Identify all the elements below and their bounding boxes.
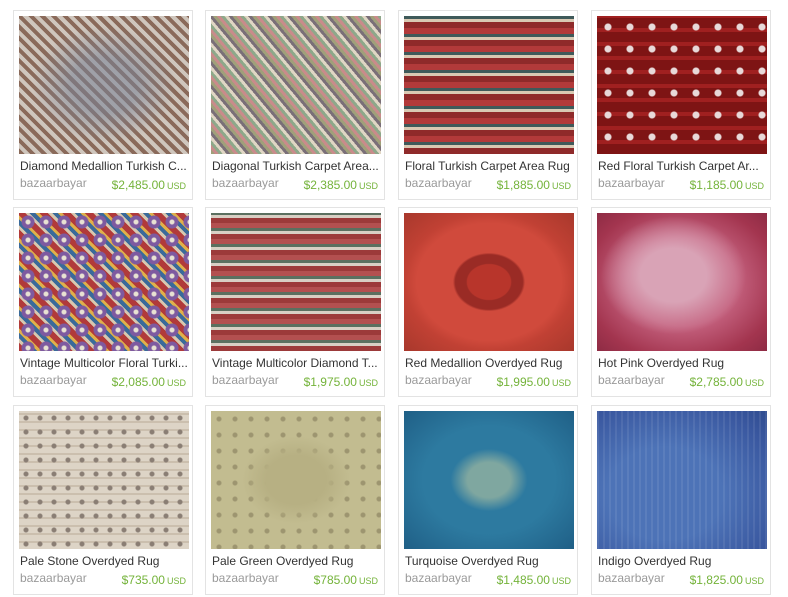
listing-card[interactable]: Diagonal Turkish Carpet Area... bazaarba… — [205, 10, 385, 200]
shop-name[interactable]: bazaarbayar — [20, 373, 87, 387]
shop-name[interactable]: bazaarbayar — [598, 373, 665, 387]
price-currency: USD — [358, 181, 378, 191]
listing-image[interactable] — [19, 16, 189, 154]
shop-name[interactable]: bazaarbayar — [405, 571, 472, 585]
listing-price: $1,975.00 USD — [304, 375, 378, 389]
price-currency: USD — [551, 181, 571, 191]
price-amount: $1,885.00 — [496, 178, 550, 192]
listing-title[interactable]: Floral Turkish Carpet Area Rug — [405, 159, 573, 173]
shop-name[interactable]: bazaarbayar — [405, 176, 472, 190]
listing-image[interactable] — [211, 16, 381, 154]
price-amount: $1,485.00 — [496, 573, 550, 587]
price-amount: $2,385.00 — [303, 178, 357, 192]
listing-card[interactable]: Red Floral Turkish Carpet Ar... bazaarba… — [591, 10, 771, 200]
price-currency: USD — [166, 576, 186, 586]
listing-card[interactable]: Floral Turkish Carpet Area Rug bazaarbay… — [398, 10, 578, 200]
shop-name[interactable]: bazaarbayar — [598, 571, 665, 585]
listing-title[interactable]: Indigo Overdyed Rug — [598, 554, 766, 568]
price-currency: USD — [358, 576, 378, 586]
shop-name[interactable]: bazaarbayar — [20, 176, 87, 190]
listing-price: $1,885.00 USD — [497, 178, 571, 192]
listing-price: $1,995.00 USD — [497, 375, 571, 389]
shop-name[interactable]: bazaarbayar — [405, 373, 472, 387]
listing-card[interactable]: Diamond Medallion Turkish C... bazaarbay… — [13, 10, 193, 200]
price-amount: $2,085.00 — [111, 375, 165, 389]
listing-card[interactable]: Indigo Overdyed Rug bazaarbayar $1,825.0… — [591, 405, 771, 595]
listing-price: $1,825.00 USD — [690, 573, 764, 587]
shop-name[interactable]: bazaarbayar — [598, 176, 665, 190]
listing-title[interactable]: Pale Stone Overdyed Rug — [20, 554, 188, 568]
listing-title[interactable]: Pale Green Overdyed Rug — [212, 554, 380, 568]
price-amount: $2,485.00 — [111, 178, 165, 192]
listing-title[interactable]: Turquoise Overdyed Rug — [405, 554, 573, 568]
listing-image[interactable] — [211, 213, 381, 351]
price-amount: $1,185.00 — [689, 178, 743, 192]
listing-card[interactable]: Turquoise Overdyed Rug bazaarbayar $1,48… — [398, 405, 578, 595]
listing-title[interactable]: Hot Pink Overdyed Rug — [598, 356, 766, 370]
listing-price: $735.00 USD — [122, 573, 186, 587]
listing-price: $2,785.00 USD — [690, 375, 764, 389]
shop-name[interactable]: bazaarbayar — [212, 176, 279, 190]
listing-price: $2,385.00 USD — [304, 178, 378, 192]
listing-image[interactable] — [404, 411, 574, 549]
price-currency: USD — [551, 576, 571, 586]
listing-title[interactable]: Diamond Medallion Turkish C... — [20, 159, 188, 173]
price-currency: USD — [551, 378, 571, 388]
listing-price: $2,085.00 USD — [112, 375, 186, 389]
listing-image[interactable] — [404, 213, 574, 351]
price-amount: $735.00 — [121, 573, 165, 587]
price-currency: USD — [744, 576, 764, 586]
listing-card[interactable]: Red Medallion Overdyed Rug bazaarbayar $… — [398, 207, 578, 397]
price-amount: $785.00 — [313, 573, 357, 587]
price-currency: USD — [166, 181, 186, 191]
listing-title[interactable]: Vintage Multicolor Floral Turki... — [20, 356, 188, 370]
price-amount: $1,995.00 — [496, 375, 550, 389]
listing-price: $1,185.00 USD — [690, 178, 764, 192]
price-currency: USD — [166, 378, 186, 388]
price-amount: $1,975.00 — [303, 375, 357, 389]
listing-price: $1,485.00 USD — [497, 573, 571, 587]
shop-name[interactable]: bazaarbayar — [20, 571, 87, 585]
shop-name[interactable]: bazaarbayar — [212, 373, 279, 387]
price-currency: USD — [358, 378, 378, 388]
listing-image[interactable] — [404, 16, 574, 154]
listing-image[interactable] — [597, 16, 767, 154]
listing-title[interactable]: Red Floral Turkish Carpet Ar... — [598, 159, 766, 173]
listing-title[interactable]: Vintage Multicolor Diamond T... — [212, 356, 380, 370]
listing-title[interactable]: Diagonal Turkish Carpet Area... — [212, 159, 380, 173]
listing-image[interactable] — [19, 411, 189, 549]
price-amount: $1,825.00 — [689, 573, 743, 587]
listing-image[interactable] — [211, 411, 381, 549]
price-amount: $2,785.00 — [689, 375, 743, 389]
listing-price: $2,485.00 USD — [112, 178, 186, 192]
listing-image[interactable] — [597, 213, 767, 351]
shop-name[interactable]: bazaarbayar — [212, 571, 279, 585]
listing-image[interactable] — [19, 213, 189, 351]
listing-grid: Diamond Medallion Turkish C... bazaarbay… — [0, 0, 788, 597]
listing-card[interactable]: Vintage Multicolor Diamond T... bazaarba… — [205, 207, 385, 397]
listing-image[interactable] — [597, 411, 767, 549]
price-currency: USD — [744, 181, 764, 191]
price-currency: USD — [744, 378, 764, 388]
listing-card[interactable]: Vintage Multicolor Floral Turki... bazaa… — [13, 207, 193, 397]
listing-card[interactable]: Hot Pink Overdyed Rug bazaarbayar $2,785… — [591, 207, 771, 397]
listing-price: $785.00 USD — [314, 573, 378, 587]
listing-card[interactable]: Pale Stone Overdyed Rug bazaarbayar $735… — [13, 405, 193, 595]
listing-title[interactable]: Red Medallion Overdyed Rug — [405, 356, 573, 370]
listing-card[interactable]: Pale Green Overdyed Rug bazaarbayar $785… — [205, 405, 385, 595]
